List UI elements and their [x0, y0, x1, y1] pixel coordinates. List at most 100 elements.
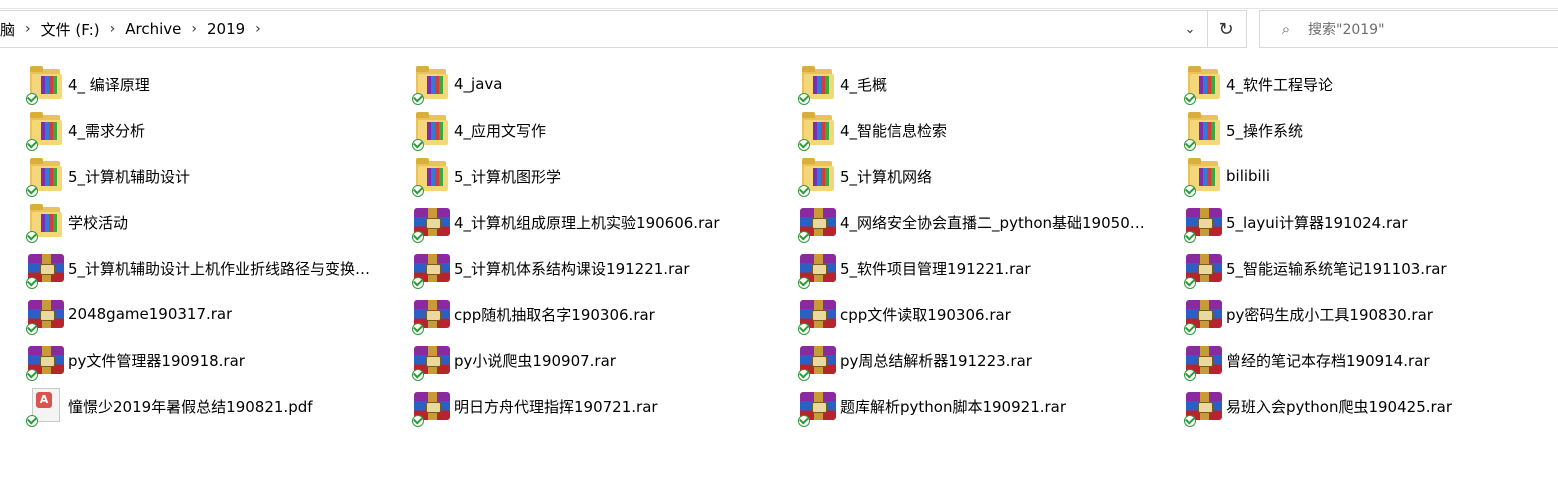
address-bar[interactable]: 脑 › 文件 (F:) › Archive › 2019 › ⌄ ↻ [0, 10, 1247, 48]
folder-item[interactable]: 5_计算机图形学 [388, 154, 768, 198]
folder-item[interactable]: 4_智能信息检索 [774, 108, 1154, 152]
sync-ok-icon [412, 93, 424, 105]
folder-item[interactable]: 4_毛概 [774, 62, 1154, 106]
rar-archive-icon [1184, 246, 1224, 290]
sync-ok-icon [412, 369, 424, 381]
file-item[interactable]: 2048game190317.rar [2, 292, 382, 336]
item-label: 曾经的笔记本存档190914.rar [1226, 351, 1430, 370]
refresh-icon[interactable]: ↻ [1207, 11, 1245, 47]
item-label: 4_需求分析 [68, 121, 146, 140]
chevron-right-icon[interactable]: › [187, 21, 201, 37]
item-label: 5_软件项目管理191221.rar [840, 259, 1031, 278]
sync-ok-icon [1184, 231, 1196, 243]
sync-ok-icon [412, 415, 424, 427]
file-item[interactable]: py文件管理器190918.rar [2, 338, 382, 382]
rar-archive-icon [412, 200, 452, 244]
item-label: cpp随机抽取名字190306.rar [454, 305, 655, 324]
item-label: py文件管理器190918.rar [68, 351, 245, 370]
sync-ok-icon [798, 415, 810, 427]
breadcrumb-archive[interactable]: Archive [119, 20, 187, 38]
folder-item[interactable]: 4_软件工程导论 [1160, 62, 1540, 106]
sync-ok-icon [798, 323, 810, 335]
sync-ok-icon [1184, 139, 1196, 151]
folder-item[interactable]: 5_操作系统 [1160, 108, 1540, 152]
sync-ok-icon [412, 277, 424, 289]
sync-ok-icon [26, 139, 38, 151]
sync-ok-icon [412, 185, 424, 197]
sync-ok-icon [26, 93, 38, 105]
item-label: py小说爬虫190907.rar [454, 351, 616, 370]
item-label: 4_计算机组成原理上机实验190606.rar [454, 213, 720, 232]
item-label: 5_计算机辅助设计 [68, 167, 191, 186]
file-item[interactable]: 易班入会python爬虫190425.rar [1160, 384, 1540, 428]
sync-ok-icon [1184, 93, 1196, 105]
item-label: bilibili [1226, 167, 1271, 185]
folder-item[interactable]: 5_计算机辅助设计 [2, 154, 382, 198]
file-item[interactable]: 曾经的笔记本存档190914.rar [1160, 338, 1540, 382]
folder-item[interactable]: 4_java [388, 62, 768, 106]
sync-ok-icon [798, 185, 810, 197]
folder-item[interactable]: 4_需求分析 [2, 108, 382, 152]
folder-icon [412, 62, 452, 106]
file-item[interactable]: cpp文件读取190306.rar [774, 292, 1154, 336]
sync-ok-icon [26, 185, 38, 197]
file-item[interactable]: cpp随机抽取名字190306.rar [388, 292, 768, 336]
file-item[interactable]: 明日方舟代理指挥190721.rar [388, 384, 768, 428]
pdf-file-icon: A [26, 384, 66, 428]
rar-archive-icon [1184, 200, 1224, 244]
window-top-strip [0, 0, 1558, 9]
item-label: 5_智能运输系统笔记191103.rar [1226, 259, 1447, 278]
file-item[interactable]: 题库解析python脚本190921.rar [774, 384, 1154, 428]
file-item[interactable]: 4_网络安全协会直播二_python基础190508.rar [774, 200, 1154, 244]
file-item[interactable]: py密码生成小工具190830.rar [1160, 292, 1540, 336]
item-label: 题库解析python脚本190921.rar [840, 397, 1067, 416]
item-label: py密码生成小工具190830.rar [1226, 305, 1433, 324]
breadcrumb-drive[interactable]: 文件 (F:) [35, 19, 106, 40]
item-label: 5_操作系统 [1226, 121, 1304, 140]
rar-archive-icon [26, 338, 66, 382]
sync-ok-icon [1184, 369, 1196, 381]
rar-archive-icon [26, 292, 66, 336]
folder-icon [798, 62, 838, 106]
item-label: 易班入会python爬虫190425.rar [1226, 397, 1453, 416]
item-label: cpp文件读取190306.rar [840, 305, 1011, 324]
breadcrumb-cut-item[interactable]: 脑 [0, 19, 21, 40]
sync-ok-icon [1184, 415, 1196, 427]
folder-item[interactable]: bilibili [1160, 154, 1540, 198]
search-input[interactable]: ⌕ 搜索"2019" [1259, 10, 1558, 48]
rar-archive-icon [798, 246, 838, 290]
file-item[interactable]: A 憧憬少2019年暑假总结190821.pdf [2, 384, 382, 428]
chevron-right-icon[interactable]: › [21, 21, 35, 37]
file-item[interactable]: 5_layui计算器191024.rar [1160, 200, 1540, 244]
item-label: 2048game190317.rar [68, 305, 233, 323]
rar-archive-icon [798, 338, 838, 382]
sync-ok-icon [412, 139, 424, 151]
folder-icon [26, 108, 66, 152]
folder-item[interactable]: 4_应用文写作 [388, 108, 768, 152]
folder-item[interactable]: 学校活动 [2, 200, 382, 244]
rar-archive-icon [798, 200, 838, 244]
breadcrumb: 脑 › 文件 (F:) › Archive › 2019 › [0, 11, 265, 47]
chevron-right-icon[interactable]: › [251, 21, 265, 37]
sync-ok-icon [26, 277, 38, 289]
rar-archive-icon [412, 246, 452, 290]
file-item[interactable]: 5_软件项目管理191221.rar [774, 246, 1154, 290]
item-label: 4_ 编译原理 [68, 75, 150, 94]
file-item[interactable]: py周总结解析器191223.rar [774, 338, 1154, 382]
file-item[interactable]: 4_计算机组成原理上机实验190606.rar [388, 200, 768, 244]
item-label: 5_计算机图形学 [454, 167, 562, 186]
sync-ok-icon [798, 139, 810, 151]
file-item[interactable]: 5_计算机辅助设计上机作业折线路径与变换矩... [2, 246, 382, 290]
breadcrumb-2019[interactable]: 2019 [201, 20, 251, 38]
file-item[interactable]: py小说爬虫190907.rar [388, 338, 768, 382]
rar-archive-icon [412, 384, 452, 428]
folder-item[interactable]: 5_计算机网络 [774, 154, 1154, 198]
chevron-down-icon[interactable]: ⌄ [1173, 11, 1208, 47]
sync-ok-icon [1184, 323, 1196, 335]
sync-ok-icon [798, 231, 810, 243]
chevron-right-icon[interactable]: › [106, 21, 120, 37]
file-item[interactable]: 5_智能运输系统笔记191103.rar [1160, 246, 1540, 290]
sync-ok-icon [26, 369, 38, 381]
folder-item[interactable]: 4_ 编译原理 [2, 62, 382, 106]
file-item[interactable]: 5_计算机体系结构课设191221.rar [388, 246, 768, 290]
